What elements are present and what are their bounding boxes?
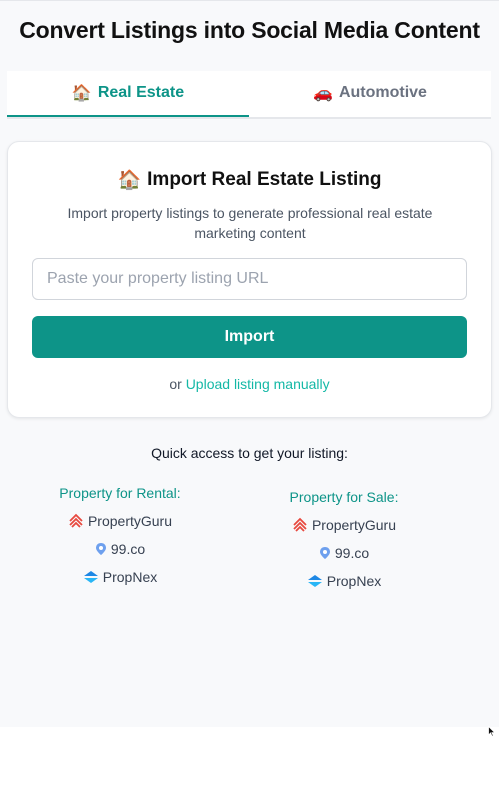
app-page: Convert Listings into Social Media Conte… xyxy=(0,0,499,727)
tab-real-estate[interactable]: 🏠 Real Estate xyxy=(7,71,249,117)
99co-icon xyxy=(95,542,107,556)
or-text: or xyxy=(169,376,182,392)
rental-sources: Property for Rental: PropertyGuru 99.co … xyxy=(5,483,235,595)
source-name: PropNex xyxy=(326,573,382,589)
import-button[interactable]: Import xyxy=(32,316,467,358)
listing-url-input[interactable] xyxy=(32,258,467,300)
source-name: 99.co xyxy=(110,541,146,557)
house-icon: 🏠 xyxy=(71,85,92,102)
sale-sources: Property for Sale: PropertyGuru 99.co Pr… xyxy=(229,487,459,599)
sale-heading: Property for Sale: xyxy=(289,489,399,505)
quick-access-title: Quick access to get your listing: xyxy=(151,445,348,461)
source-propnex-sale[interactable]: PropNex xyxy=(229,571,459,591)
source-propertyguru-rental[interactable]: PropertyGuru xyxy=(5,511,235,531)
mouse-cursor-icon xyxy=(488,724,496,742)
propertyguru-icon xyxy=(68,513,84,529)
page-title: Convert Listings into Social Media Conte… xyxy=(19,17,480,43)
tab-label: Real Estate xyxy=(97,84,185,101)
source-99co-sale[interactable]: 99.co xyxy=(229,543,459,563)
tab-automotive[interactable]: 🚗 Automotive xyxy=(249,71,491,115)
source-name: 99.co xyxy=(334,545,370,561)
source-name: PropertyGuru xyxy=(311,517,397,533)
house-icon: 🏠 xyxy=(117,170,142,191)
propnex-icon xyxy=(83,570,99,584)
import-card: 🏠 Import Real Estate Listing Import prop… xyxy=(7,141,492,418)
source-99co-rental[interactable]: 99.co xyxy=(5,539,235,559)
source-propertyguru-sale[interactable]: PropertyGuru xyxy=(229,515,459,535)
99co-icon xyxy=(319,546,331,560)
propnex-icon xyxy=(307,574,323,588)
category-tabs: 🏠 Real Estate 🚗 Automotive xyxy=(7,71,491,119)
card-description: Import property listings to generate pro… xyxy=(67,205,433,241)
manual-upload-line: or Upload listing manually xyxy=(8,376,491,392)
source-name: PropertyGuru xyxy=(87,513,173,529)
source-propnex-rental[interactable]: PropNex xyxy=(5,567,235,587)
propertyguru-icon xyxy=(292,517,308,533)
source-name: PropNex xyxy=(102,569,158,585)
card-title-text: Import Real Estate Listing xyxy=(147,169,382,190)
upload-manually-link[interactable]: Upload listing manually xyxy=(186,376,330,392)
rental-heading: Property for Rental: xyxy=(59,485,181,501)
tab-label: Automotive xyxy=(338,84,427,101)
car-icon: 🚗 xyxy=(313,85,333,102)
card-title: 🏠 Import Real Estate Listing xyxy=(8,168,491,192)
